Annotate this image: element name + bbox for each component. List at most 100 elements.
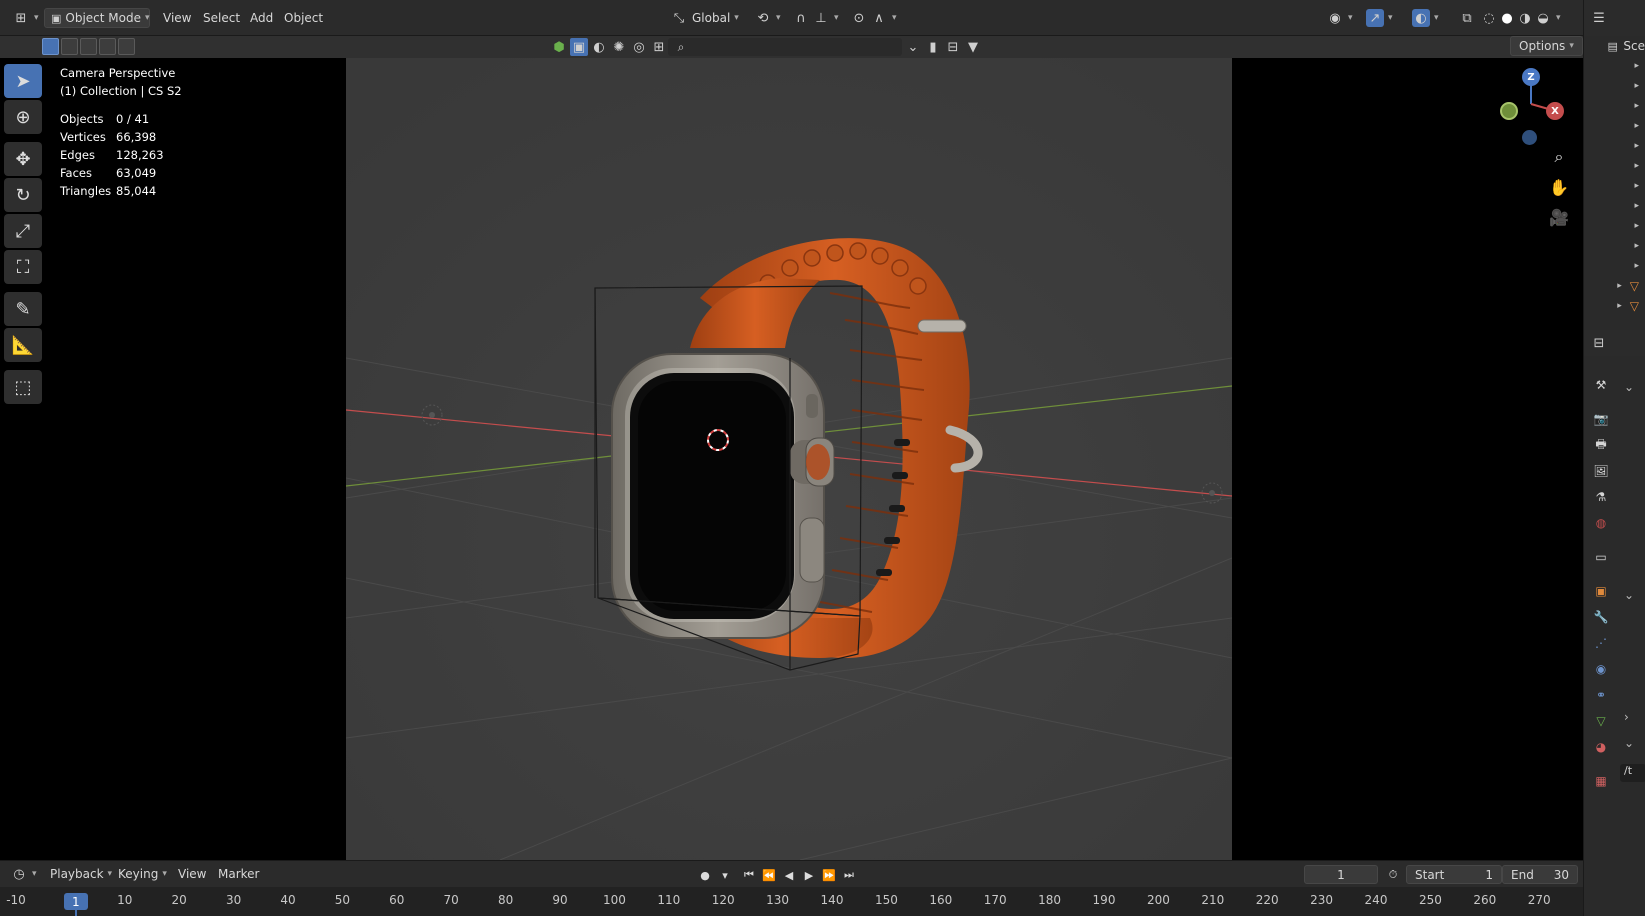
outliner-row[interactable]: ▸	[1584, 156, 1645, 176]
visibility-dropdown[interactable]: ◉ ▾	[1320, 8, 1359, 28]
add-cube-tool[interactable]: ⬚	[4, 370, 42, 404]
falloff-dropdown[interactable]: ∧ ▾	[864, 8, 903, 28]
timeline-ruler[interactable]: -10 1 10 20 30 40 50 60 70 80 90 100 110 120 130 140 150…	[0, 887, 1583, 916]
select-mode-new[interactable]	[42, 38, 59, 55]
overlays-toggle[interactable]: ◐ ▾	[1406, 8, 1445, 28]
select-mode-extend[interactable]	[61, 38, 78, 55]
timeline-editor-type[interactable]: ◷ ▾	[4, 864, 43, 884]
playhead[interactable]: 1	[63, 893, 88, 910]
outliner-row[interactable]: ▸ ▽	[1584, 296, 1645, 316]
outliner-row[interactable]: ▸	[1584, 256, 1645, 276]
pan-hand-icon[interactable]: ✋	[1546, 174, 1572, 200]
panel-expand-icon[interactable]: ›	[1624, 710, 1629, 724]
shading-rendered-button[interactable]: ◒ ▾	[1528, 8, 1567, 28]
object-tab-icon[interactable]: ▣	[1592, 582, 1610, 600]
3d-viewport[interactable]: ➤ ⊕ ✥ ↻ ⤢ ⛶ ✎ 📐 ⬚ Camera Perspective (1)…	[0, 58, 1583, 860]
view-layer-tab-icon[interactable]: 🖼	[1592, 462, 1610, 480]
playback-menu[interactable]: Playback ▾	[44, 864, 118, 884]
camera-filter-icon[interactable]: ◎	[630, 38, 648, 56]
collection-tab-icon[interactable]: ▭	[1592, 548, 1610, 566]
snap-target-dropdown[interactable]: ⊥ ▾	[806, 8, 845, 28]
physics-tab-icon[interactable]: ◉	[1592, 660, 1610, 678]
rotate-tool[interactable]: ↻	[4, 178, 42, 212]
jump-start-icon[interactable]: ⏮	[740, 866, 758, 884]
filter-icon[interactable]: ▼	[964, 38, 982, 56]
keying-menu[interactable]: Keying ▾	[112, 864, 173, 884]
outliner-row[interactable]: ▸	[1584, 76, 1645, 96]
outliner-row[interactable]: ▸	[1584, 56, 1645, 76]
select-mode-intersect[interactable]	[118, 38, 135, 55]
next-keyframe-icon[interactable]: ⏩	[820, 866, 838, 884]
properties-editor-icon[interactable]: ⊟	[1590, 334, 1608, 352]
mesh-filter-icon[interactable]: ▣	[570, 38, 588, 56]
marker-menu[interactable]: Marker	[212, 864, 265, 884]
annotate-tool[interactable]: ✎	[4, 292, 42, 326]
navigation-gizmo[interactable]: Z X	[1490, 64, 1570, 154]
measure-tool[interactable]: 📐	[4, 328, 42, 362]
world-tab-icon[interactable]: ◍	[1592, 514, 1610, 532]
stopwatch-icon[interactable]: ⏱	[1384, 866, 1402, 884]
search-input[interactable]: ⌕	[668, 38, 902, 56]
pivot-point-dropdown[interactable]: ⟲ ▾	[748, 8, 787, 28]
camera-view-icon[interactable]: 🎥	[1546, 204, 1572, 230]
gizmo-z-axis[interactable]: Z	[1522, 68, 1540, 86]
empty-filter-icon[interactable]: ⊞	[650, 38, 668, 56]
gizmo-neg-z-axis[interactable]	[1522, 130, 1537, 145]
color-filter-icon[interactable]: ⬢	[550, 38, 568, 56]
record-button[interactable]: ●	[696, 866, 714, 884]
transform-tool[interactable]: ⛶	[4, 250, 42, 284]
outliner-row[interactable]: ▸	[1584, 176, 1645, 196]
light-filter-icon[interactable]: ✺	[610, 38, 628, 56]
select-box-tool[interactable]: ➤	[4, 64, 42, 98]
current-frame-field[interactable]: 1	[1304, 865, 1378, 884]
cursor-tool[interactable]: ⊕	[4, 100, 42, 134]
panel-collapse-icon[interactable]: ⌄	[1624, 380, 1634, 394]
timeline-view-menu[interactable]: View	[172, 864, 212, 884]
play-icon[interactable]: ▶	[800, 866, 818, 884]
scene-tab-icon[interactable]: ⚗	[1592, 488, 1610, 506]
panel-collapse-icon[interactable]: ⌄	[1624, 588, 1634, 602]
zoom-icon[interactable]: ⌕	[1546, 144, 1572, 170]
chevron-down-icon[interactable]: ▾	[716, 866, 734, 884]
tool-tab-icon[interactable]: ⚒	[1592, 376, 1610, 394]
panel-collapse-icon[interactable]: ⌄	[1624, 736, 1634, 750]
curve-filter-icon[interactable]: ◐	[590, 38, 608, 56]
material-tab-icon[interactable]: ◕	[1592, 738, 1610, 756]
outliner-editor-icon[interactable]: ☰	[1590, 9, 1608, 27]
path-field[interactable]: /t	[1620, 764, 1645, 782]
outliner-row[interactable]: ▸	[1584, 136, 1645, 156]
jump-end-icon[interactable]: ⏭	[840, 866, 858, 884]
end-frame-field[interactable]: End 30	[1502, 865, 1578, 884]
chevron-down-icon[interactable]: ⌄	[904, 38, 922, 56]
outliner-row[interactable]: ▸	[1584, 196, 1645, 216]
menu-select[interactable]: Select	[197, 8, 246, 28]
display-mode-icon[interactable]: ⊟	[944, 38, 962, 56]
gizmo-toggle[interactable]: ↗ ▾	[1360, 8, 1399, 28]
outliner-row[interactable]: ▸ ▽	[1584, 276, 1645, 296]
outliner-row[interactable]: ▸	[1584, 116, 1645, 136]
bookmark-icon[interactable]: ▮	[924, 38, 942, 56]
select-mode-subtract[interactable]	[80, 38, 97, 55]
texture-tab-icon[interactable]: ▦	[1592, 772, 1610, 790]
menu-object[interactable]: Object	[278, 8, 329, 28]
editor-type-button[interactable]: ⊞ ▾	[6, 8, 45, 28]
outliner-row[interactable]: ▸	[1584, 96, 1645, 116]
start-frame-field[interactable]: Start 1	[1406, 865, 1502, 884]
outliner-row[interactable]: ▸	[1584, 236, 1645, 256]
particles-tab-icon[interactable]: ⋰	[1592, 634, 1610, 652]
menu-add[interactable]: Add	[244, 8, 279, 28]
constraints-tab-icon[interactable]: ⚭	[1592, 686, 1610, 704]
data-tab-icon[interactable]: ▽	[1592, 712, 1610, 730]
prev-keyframe-icon[interactable]: ⏪	[760, 866, 778, 884]
options-dropdown[interactable]: Options ▾	[1510, 36, 1583, 56]
gizmo-y-axis[interactable]	[1500, 102, 1518, 120]
scene-collection-row[interactable]: ▤ Sce	[1584, 36, 1645, 56]
play-reverse-icon[interactable]: ◀	[780, 866, 798, 884]
modifier-tab-icon[interactable]: 🔧	[1592, 608, 1610, 626]
mode-dropdown[interactable]: ▣ Object Mode ▾	[44, 8, 150, 28]
move-tool[interactable]: ✥	[4, 142, 42, 176]
select-mode-invert[interactable]	[99, 38, 116, 55]
menu-view[interactable]: View	[157, 8, 197, 28]
scale-tool[interactable]: ⤢	[4, 214, 42, 248]
gizmo-x-axis[interactable]: X	[1546, 102, 1564, 120]
